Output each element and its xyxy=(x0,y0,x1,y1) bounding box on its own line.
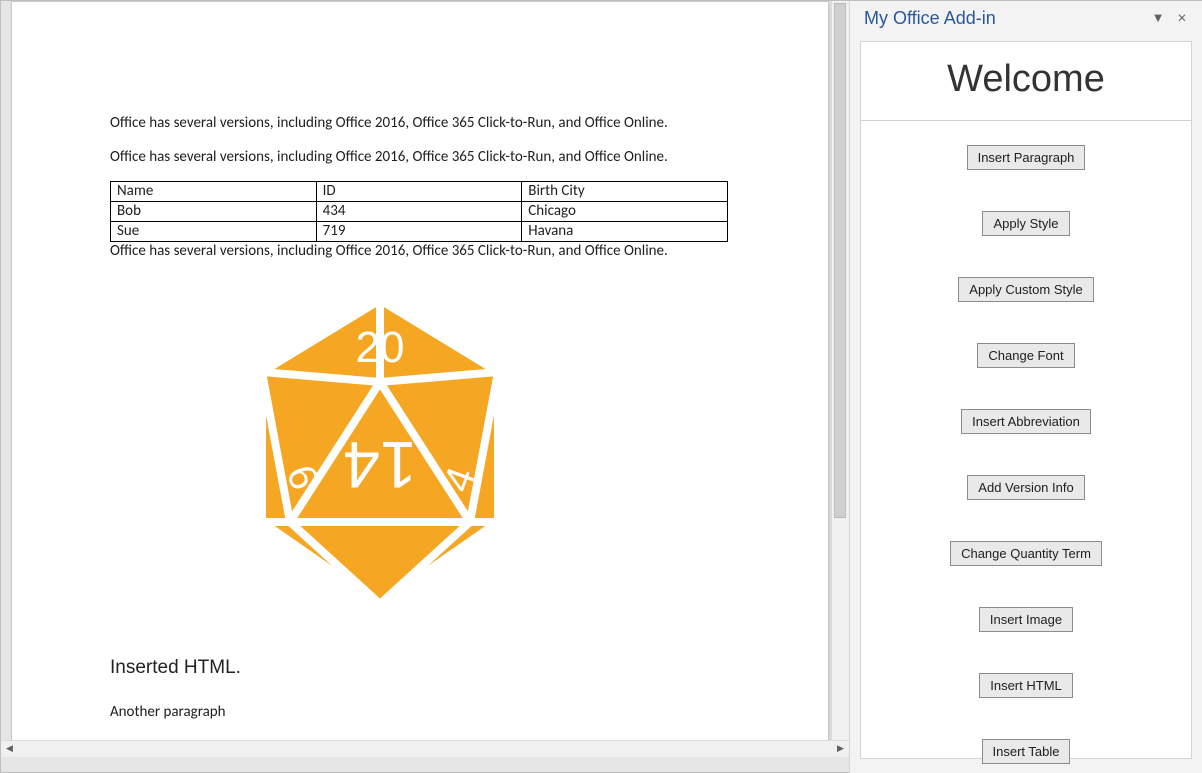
table-header-cell[interactable]: Name xyxy=(111,182,317,202)
insert-html-button[interactable]: Insert HTML xyxy=(979,673,1073,698)
table-cell[interactable]: Havana xyxy=(522,222,728,242)
divider xyxy=(861,120,1191,121)
apply-custom-style-button[interactable]: Apply Custom Style xyxy=(958,277,1093,302)
close-icon[interactable]: × xyxy=(1170,6,1194,30)
insert-paragraph-button[interactable]: Insert Paragraph xyxy=(967,145,1086,170)
dice-center-number: 14 xyxy=(343,428,416,502)
add-version-info-button[interactable]: Add Version Info xyxy=(967,475,1084,500)
change-quantity-term-button[interactable]: Change Quantity Term xyxy=(950,541,1102,566)
horizontal-scrollbar[interactable]: ◀ ▶ xyxy=(1,740,849,757)
table-row[interactable]: Bob 434 Chicago xyxy=(111,202,728,222)
paragraph[interactable]: Office has several versions, including O… xyxy=(110,242,730,262)
task-pane-title: My Office Add-in xyxy=(864,8,1146,29)
insert-image-button[interactable]: Insert Image xyxy=(979,607,1073,632)
vertical-scrollbar[interactable]: ▼ xyxy=(831,1,849,757)
paragraph[interactable]: Office has several versions, including O… xyxy=(110,148,730,168)
data-table[interactable]: Name ID Birth City Bob 434 Chicago Sue 7… xyxy=(110,181,728,242)
change-font-button[interactable]: Change Font xyxy=(977,343,1074,368)
scroll-left-icon[interactable]: ◀ xyxy=(2,742,17,756)
d20-dice-image[interactable]: 20 14 6 4 xyxy=(240,292,520,617)
apply-style-button[interactable]: Apply Style xyxy=(982,211,1069,236)
document-area: Office has several versions, including O… xyxy=(1,1,849,757)
table-row[interactable]: Sue 719 Havana xyxy=(111,222,728,242)
task-pane-body: Welcome Insert Paragraph Apply Style App… xyxy=(860,41,1192,759)
table-cell[interactable]: 434 xyxy=(316,202,522,222)
insert-table-button[interactable]: Insert Table xyxy=(982,739,1071,764)
welcome-heading: Welcome xyxy=(861,60,1191,98)
table-header-cell[interactable]: ID xyxy=(316,182,522,202)
inserted-html-heading[interactable]: Inserted HTML. xyxy=(110,657,730,679)
table-cell[interactable]: Sue xyxy=(111,222,317,242)
scroll-right-icon[interactable]: ▶ xyxy=(833,742,848,756)
table-header-cell[interactable]: Birth City xyxy=(522,182,728,202)
table-cell[interactable]: 719 xyxy=(316,222,522,242)
paragraph[interactable]: Another paragraph xyxy=(110,703,730,721)
paragraph[interactable]: Office has several versions, including O… xyxy=(110,114,730,134)
task-pane-menu-icon[interactable]: ▼ xyxy=(1146,6,1170,30)
document-page[interactable]: Office has several versions, including O… xyxy=(11,1,829,754)
insert-abbreviation-button[interactable]: Insert Abbreviation xyxy=(961,409,1091,434)
table-cell[interactable]: Bob xyxy=(111,202,317,222)
dice-top-number: 20 xyxy=(356,323,405,372)
task-pane: My Office Add-in ▼ × Welcome Insert Para… xyxy=(849,1,1202,773)
table-cell[interactable]: Chicago xyxy=(522,202,728,222)
scrollbar-thumb[interactable] xyxy=(834,3,846,518)
task-pane-header: My Office Add-in ▼ × xyxy=(850,1,1202,35)
table-row[interactable]: Name ID Birth City xyxy=(111,182,728,202)
